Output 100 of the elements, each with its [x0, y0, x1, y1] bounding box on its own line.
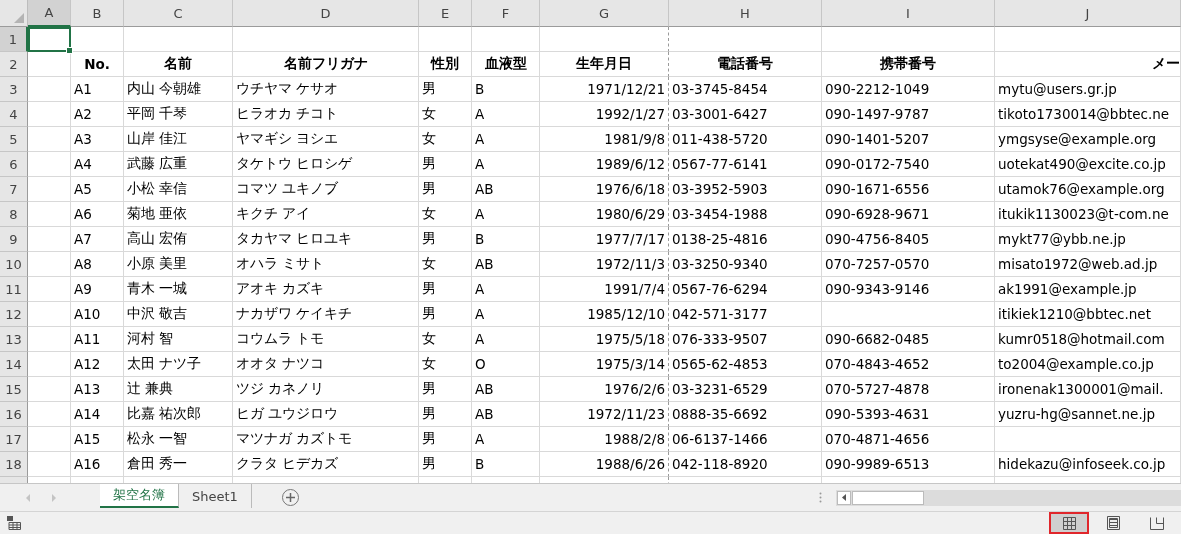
table-cell: A14 [71, 402, 124, 427]
table-cell: 06-6137-1466 [669, 427, 822, 452]
row-header[interactable]: 9 [0, 227, 28, 252]
table-cell: 1977/7/17 [540, 227, 669, 252]
table-cell [28, 127, 71, 152]
table-cell: 1991/7/4 [540, 277, 669, 302]
row-header[interactable]: 10 [0, 252, 28, 277]
table-cell: ツジ カネノリ [233, 377, 419, 402]
column-header[interactable]: G [540, 0, 669, 27]
table-cell: 070-7257-0570 [822, 252, 995, 277]
table-cell [419, 27, 472, 52]
table-cell: A16 [71, 452, 124, 477]
sheet-tab[interactable]: Sheet1 [179, 484, 252, 508]
table-cell: 090-6928-9671 [822, 202, 995, 227]
table-cell: 1971/12/21 [540, 77, 669, 102]
table-cell: A [472, 277, 540, 302]
view-button[interactable] [1049, 512, 1089, 534]
column-header[interactable]: E [419, 0, 472, 27]
table-cell: 090-4756-8405 [822, 227, 995, 252]
table-cell: 女 [419, 352, 472, 377]
row-header[interactable]: 4 [0, 102, 28, 127]
row-header[interactable]: 16 [0, 402, 28, 427]
table-cell: 03-3745-8454 [669, 77, 822, 102]
column-title: 血液型 [472, 52, 540, 77]
table-cell: 菊地 亜依 [124, 202, 233, 227]
table-cell: O [472, 352, 540, 377]
table-cell: 090-9989-6513 [822, 452, 995, 477]
row-header[interactable]: 14 [0, 352, 28, 377]
row-header[interactable]: 6 [0, 152, 28, 177]
column-title: メー [995, 52, 1181, 77]
scroll-thumb[interactable] [852, 490, 924, 505]
row-header[interactable]: 8 [0, 202, 28, 227]
column-title: 携帯番号 [822, 52, 995, 77]
table-cell: 0567-77-6141 [669, 152, 822, 177]
column-header[interactable]: H [669, 0, 822, 27]
sheet-tab[interactable]: 架空名簿 [100, 484, 179, 508]
column-title: 名前フリガナ [233, 52, 419, 77]
scroll-left-button[interactable] [837, 490, 851, 505]
column-header[interactable]: D [233, 0, 419, 27]
row-header[interactable]: 7 [0, 177, 28, 202]
table-cell: A13 [71, 377, 124, 402]
table-cell: 倉田 秀一 [124, 452, 233, 477]
table-cell: 1976/2/6 [540, 377, 669, 402]
column-title: 生年月日 [540, 52, 669, 77]
active-cell[interactable] [28, 27, 71, 52]
plus-icon [285, 493, 295, 502]
table-cell: タケトウ ヒロシゲ [233, 152, 419, 177]
table-cell: 河村 智 [124, 327, 233, 352]
table-cell: 1989/6/12 [540, 152, 669, 177]
splitter-icon[interactable] [819, 492, 822, 503]
table-cell: 男 [419, 452, 472, 477]
table-cell: ymgsyse@example.org [995, 127, 1181, 152]
row-header[interactable]: 12 [0, 302, 28, 327]
table-cell: AB [472, 252, 540, 277]
column-header[interactable]: A [28, 0, 71, 27]
column-header[interactable]: I [822, 0, 995, 27]
table-cell: 女 [419, 202, 472, 227]
triangle-icon [14, 13, 24, 23]
row-header[interactable]: 1 [0, 27, 28, 52]
table-cell: 山岸 佳江 [124, 127, 233, 152]
page-break-icon [1150, 516, 1164, 530]
table-cell: A11 [71, 327, 124, 352]
table-cell: A3 [71, 127, 124, 152]
row-header[interactable]: 5 [0, 127, 28, 152]
table-cell: B [472, 452, 540, 477]
table-cell: A [472, 427, 540, 452]
column-header[interactable]: C [124, 0, 233, 27]
table-cell: 0138-25-4816 [669, 227, 822, 252]
table-cell [28, 377, 71, 402]
table-cell [28, 202, 71, 227]
table-cell: 1975/3/14 [540, 352, 669, 377]
column-title: 名前 [124, 52, 233, 77]
row-header[interactable]: 3 [0, 77, 28, 102]
table-cell: A12 [71, 352, 124, 377]
table-cell: 090-1671-6556 [822, 177, 995, 202]
table-cell: アオキ カズキ [233, 277, 419, 302]
row-header[interactable]: 2 [0, 52, 28, 77]
table-cell [28, 277, 71, 302]
column-title: 電話番号 [669, 52, 822, 77]
table-cell: 076-333-9507 [669, 327, 822, 352]
table-cell: 1980/6/29 [540, 202, 669, 227]
horizontal-scrollbar[interactable] [836, 489, 1181, 506]
table-cell: A9 [71, 277, 124, 302]
column-header[interactable]: B [71, 0, 124, 27]
table-cell: 090-6682-0485 [822, 327, 995, 352]
column-header[interactable]: J [995, 0, 1181, 27]
table-cell: 03-3231-6529 [669, 377, 822, 402]
row-header[interactable]: 11 [0, 277, 28, 302]
row-header[interactable]: 15 [0, 377, 28, 402]
table-cell: uotekat490@excite.co.jp [995, 152, 1181, 177]
add-sheet-button[interactable] [281, 489, 299, 506]
table-cell: 1992/1/27 [540, 102, 669, 127]
row-header[interactable]: 18 [0, 452, 28, 477]
table-cell: オハラ ミサト [233, 252, 419, 277]
table-cell: 03-3250-9340 [669, 252, 822, 277]
column-header[interactable]: F [472, 0, 540, 27]
row-header[interactable]: 17 [0, 427, 28, 452]
table-cell: ナカザワ ケイキチ [233, 302, 419, 327]
row-header[interactable]: 13 [0, 327, 28, 352]
table-cell: A [472, 102, 540, 127]
